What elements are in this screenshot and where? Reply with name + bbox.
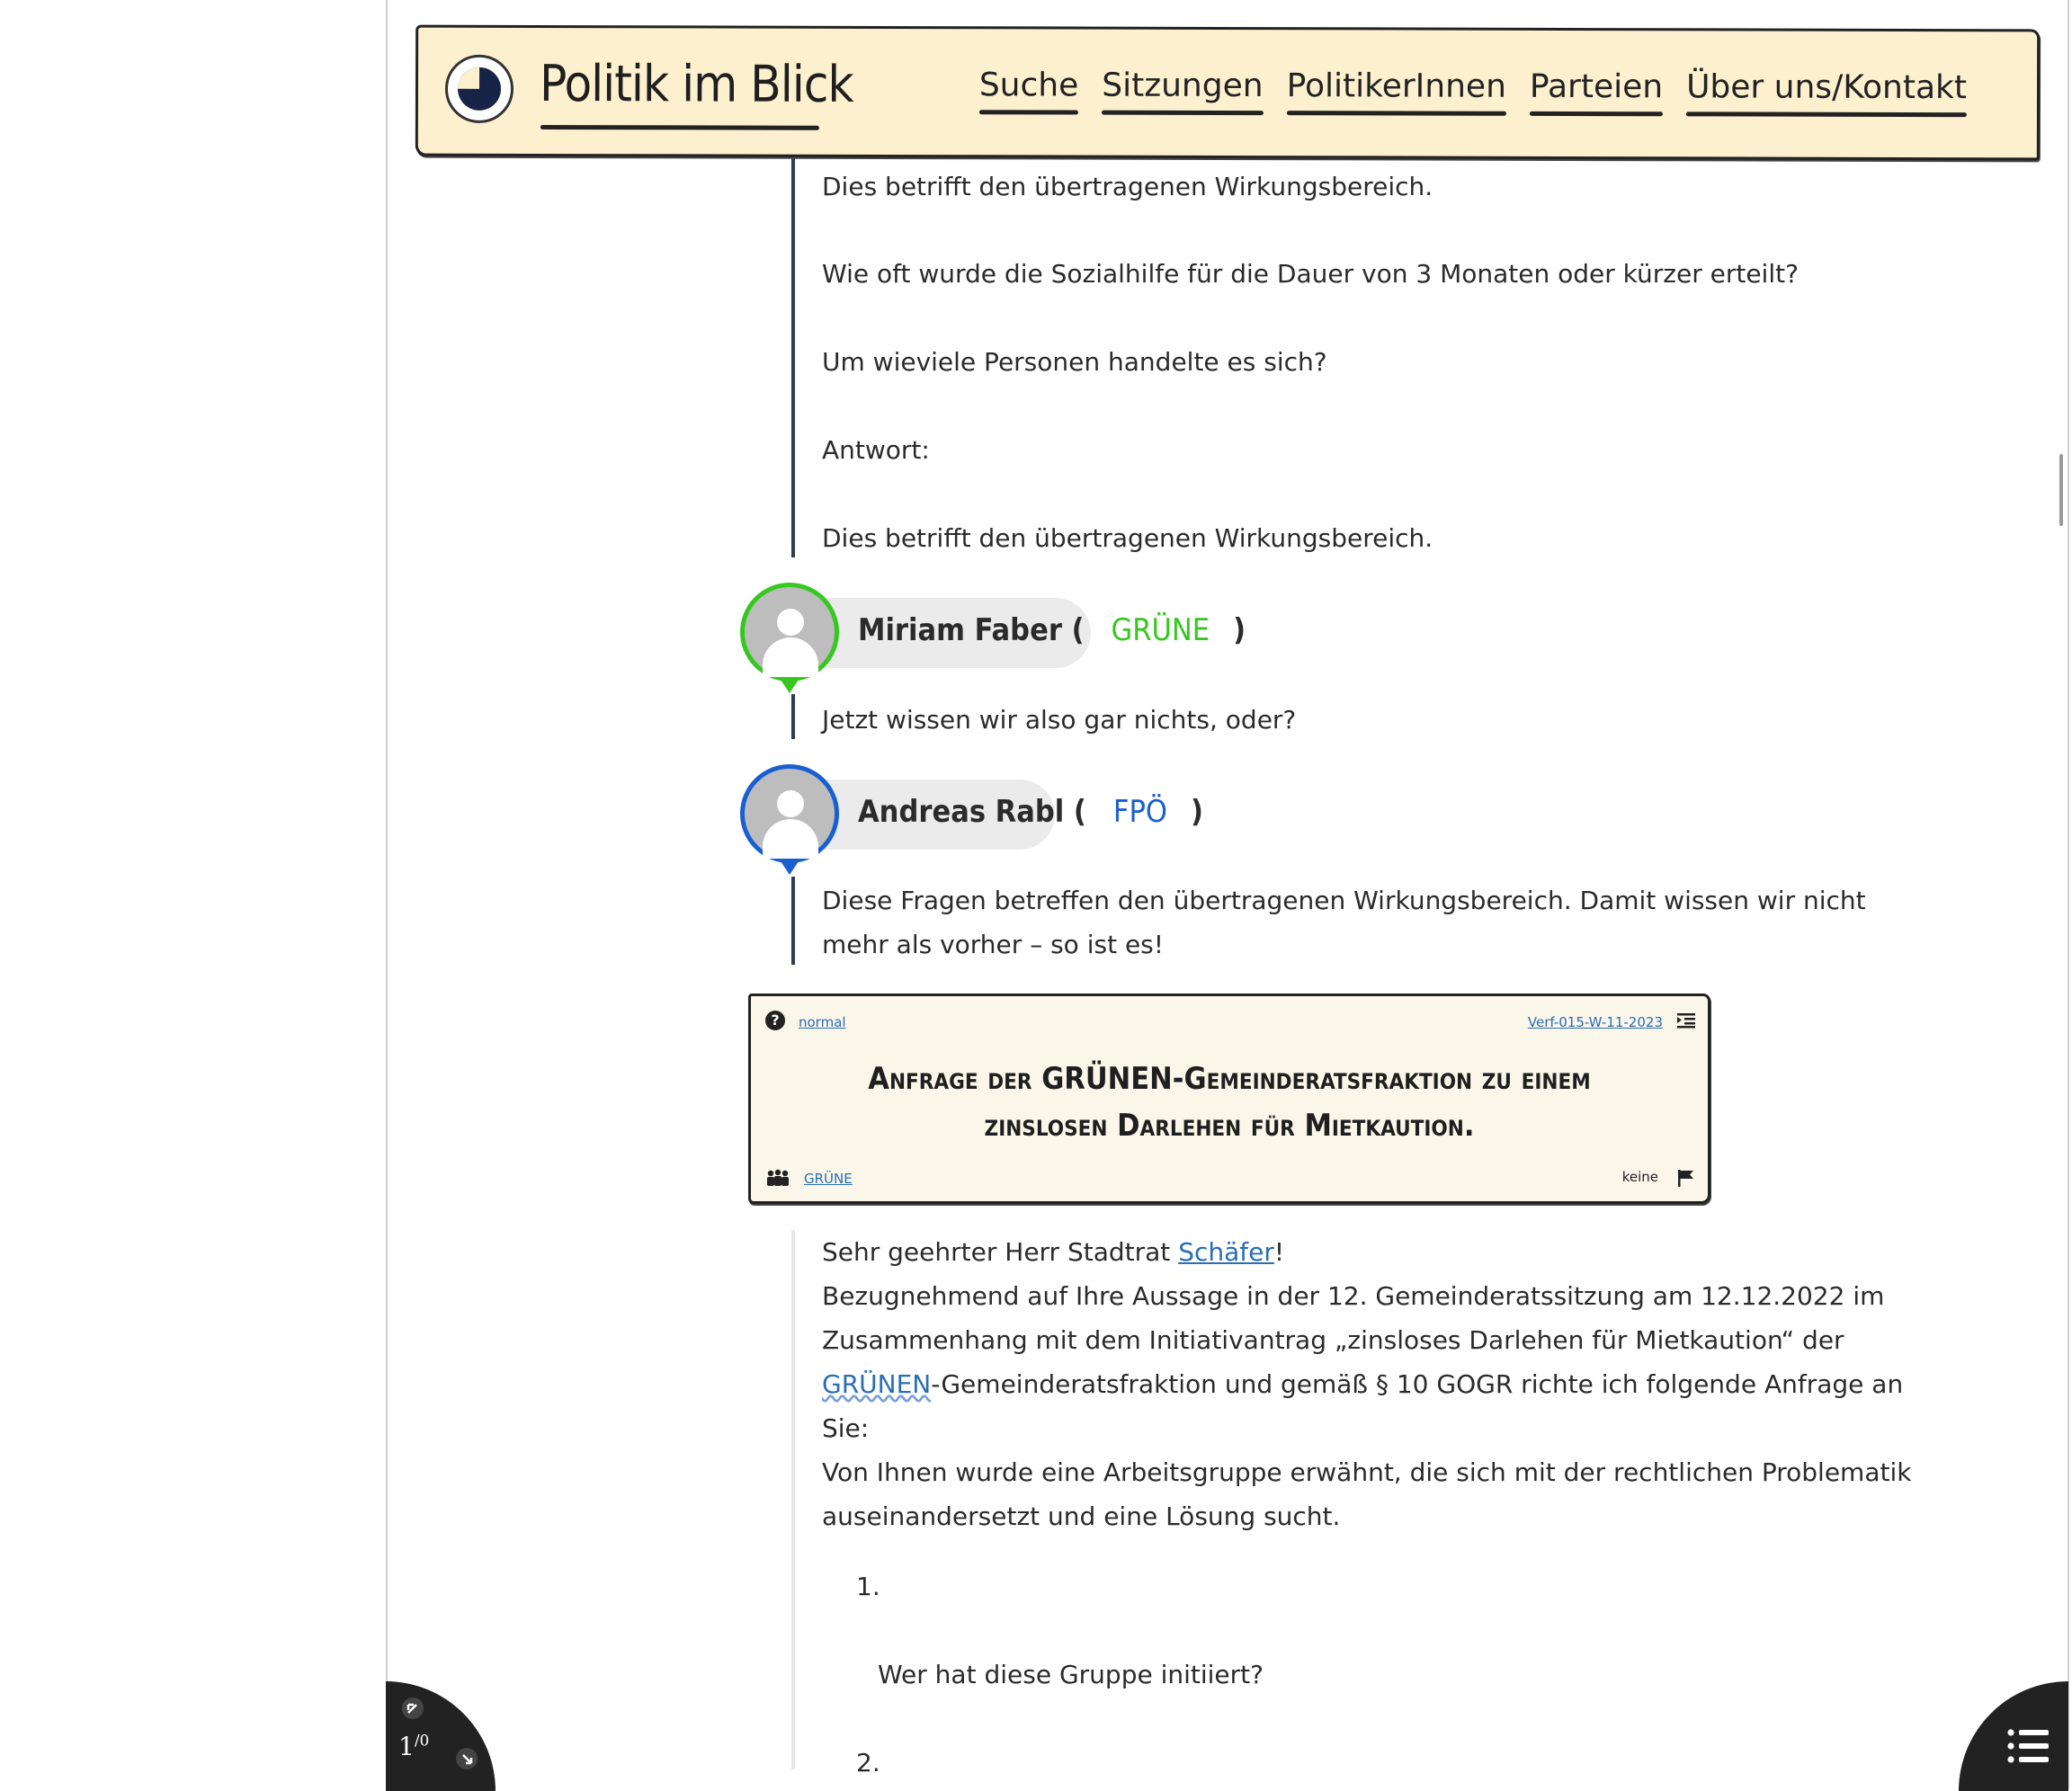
logo-icon[interactable] bbox=[444, 54, 514, 123]
letter-text: GRÜNEN-Gemeinderatsfraktion und gemäß § … bbox=[822, 1369, 1904, 1399]
thread-line bbox=[791, 1230, 795, 1769]
letter-text: Sie: bbox=[822, 1413, 870, 1443]
brand-title[interactable]: Politik im Blick bbox=[540, 55, 853, 114]
nav-item-politikerinnen[interactable]: PolitikerInnen bbox=[1287, 67, 1506, 118]
answer-text: Dies betrifft den übertragenen Wirkungsb… bbox=[822, 523, 1433, 553]
party-label[interactable]: GRÜNE bbox=[1112, 612, 1210, 648]
list-icon[interactable] bbox=[2007, 1728, 2049, 1764]
letter-text: Bezugnehmend auf Ihre Aussage in der 12.… bbox=[822, 1281, 1885, 1311]
question-icon: ? bbox=[765, 1011, 785, 1030]
list-number: 1. bbox=[856, 1572, 880, 1601]
site-header: Politik im Blick Suche Sitzungen Politik… bbox=[415, 24, 2041, 161]
comment-text: Jetzt wissen wir also gar nichts, oder? bbox=[822, 705, 1297, 735]
party-link[interactable]: GRÜNE bbox=[804, 1171, 853, 1187]
comment-text: mehr als vorher – so ist es! bbox=[822, 930, 1164, 959]
expand-down-icon[interactable] bbox=[454, 1746, 479, 1771]
avatar bbox=[740, 583, 839, 693]
list-item-text: Wer hat diese Gruppe initiiert? bbox=[878, 1660, 1264, 1689]
party-label[interactable]: FPÖ bbox=[1113, 794, 1167, 830]
person-link[interactable]: Schäfer bbox=[1178, 1237, 1274, 1267]
answer-text: Wie oft wurde die Sozialhilfe für die Da… bbox=[822, 259, 1799, 289]
party-link[interactable]: GRÜNEN bbox=[822, 1369, 931, 1399]
comment-text: Diese Fragen betreffen den übertragenen … bbox=[822, 886, 1866, 915]
answer-text: Um wieviele Personen handelte es sich? bbox=[822, 347, 1327, 377]
inquiry-title: Anfrage der GRÜNEN-Gemeinderatsfraktion … bbox=[868, 1061, 1591, 1144]
answer-text: Dies betrifft den übertragenen Wirkungsb… bbox=[822, 172, 1433, 201]
brand-underline bbox=[540, 124, 819, 130]
thread-line bbox=[791, 694, 795, 739]
inquiry-card[interactable]: ? normal Verf-015-W-11-2023 Anfrage der … bbox=[748, 994, 1710, 1204]
letter-text: auseinandersetzt und eine Lösung sucht. bbox=[822, 1501, 1341, 1531]
speaker-name: Miriam Faber (GRÜNE) bbox=[858, 612, 1246, 648]
reference-link[interactable]: Verf-015-W-11-2023 bbox=[1528, 1014, 1663, 1030]
flag-icon[interactable] bbox=[1677, 1169, 1695, 1187]
list-number: 2. bbox=[856, 1748, 880, 1778]
avatar bbox=[740, 764, 839, 875]
main-nav: Suche Sitzungen PolitikerInnen Parteien … bbox=[979, 67, 1967, 119]
answer-text: Antwort: bbox=[822, 435, 930, 465]
letter-text: Von Ihnen wurde eine Arbeitsgruppe erwäh… bbox=[822, 1457, 1912, 1487]
thread-line bbox=[791, 157, 795, 557]
tag-label: keine bbox=[1621, 1169, 1658, 1185]
nav-item-parteien[interactable]: Parteien bbox=[1530, 68, 1663, 118]
letter-text: Zusammenhang mit dem Initiativantrag „zi… bbox=[822, 1325, 1844, 1355]
nav-item-sitzungen[interactable]: Sitzungen bbox=[1102, 67, 1263, 117]
list-indent-icon[interactable] bbox=[1677, 1012, 1695, 1029]
priority-link[interactable]: normal bbox=[799, 1014, 846, 1030]
nav-item-ueber-uns[interactable]: Über uns/Kontakt bbox=[1686, 68, 1967, 119]
thread-line bbox=[791, 877, 795, 965]
expand-up-icon[interactable] bbox=[400, 1696, 425, 1721]
scrollbar-thumb[interactable] bbox=[2059, 454, 2063, 526]
pager-count: 1/0 bbox=[398, 1732, 430, 1761]
letter-salutation: Sehr geehrter Herr Stadtrat Schäfer! bbox=[822, 1237, 1285, 1267]
speaker-name: Andreas Rabl (FPÖ) bbox=[858, 794, 1203, 830]
people-icon bbox=[767, 1169, 789, 1186]
nav-item-suche[interactable]: Suche bbox=[979, 67, 1079, 116]
